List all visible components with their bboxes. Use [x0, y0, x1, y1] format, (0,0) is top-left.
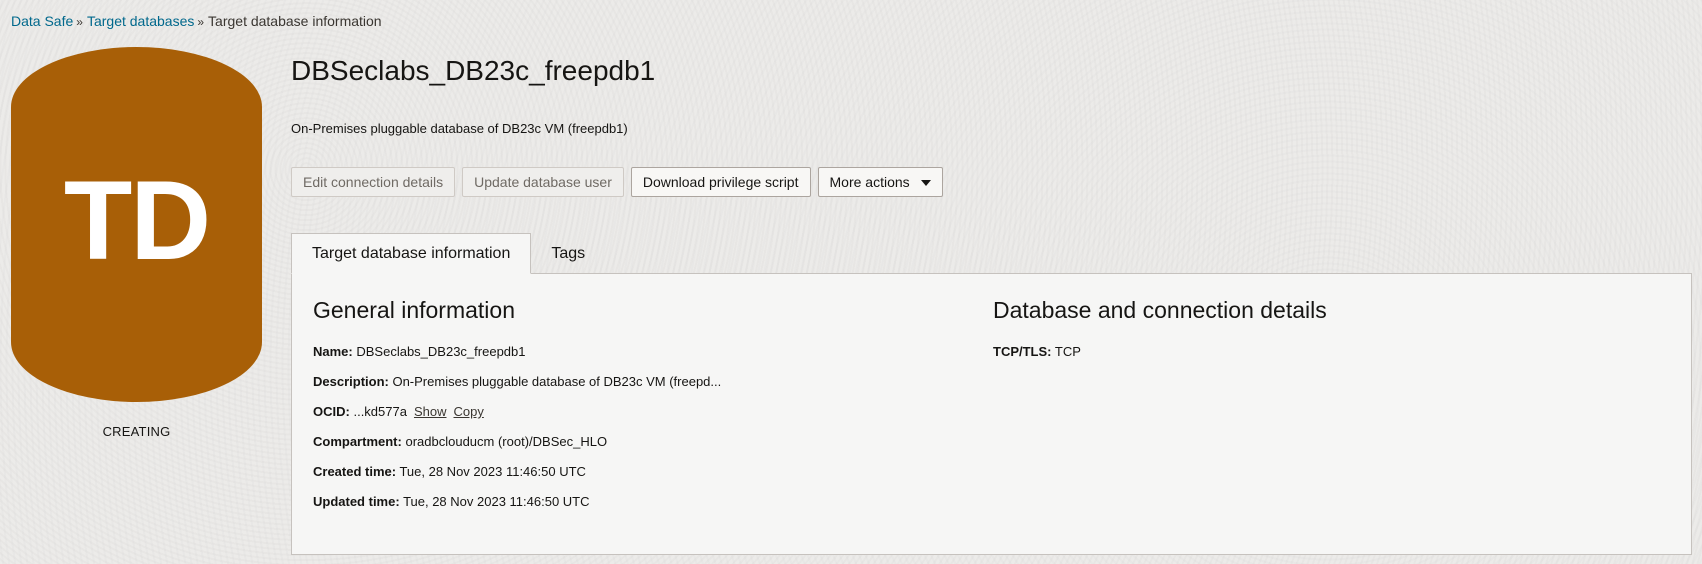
ocid-show-link[interactable]: Show [414, 404, 447, 419]
ocid-value: ...kd577a [353, 404, 407, 419]
tcp-tls-value: TCP [1054, 344, 1081, 359]
compartment-field: Compartment: oradbclouducm (root)/DBSec_… [313, 434, 607, 449]
caret-down-icon [920, 179, 931, 186]
created-time-field: Created time: Tue, 28 Nov 2023 11:46:50 … [313, 464, 586, 479]
compartment-value: oradbclouducm (root)/DBSec_HLO [405, 434, 608, 449]
avatar-initials: TD [63, 158, 211, 283]
breadcrumb-separator: » [197, 15, 205, 29]
update-database-user-button[interactable]: Update database user [462, 167, 624, 197]
download-privilege-script-button[interactable]: Download privilege script [630, 167, 811, 197]
description-field: Description: On-Premises pluggable datab… [313, 374, 721, 389]
compartment-label: Compartment: [313, 434, 402, 449]
updated-time-field: Updated time: Tue, 28 Nov 2023 11:46:50 … [313, 494, 590, 509]
created-time-label: Created time: [313, 464, 397, 479]
page-subtitle: On-Premises pluggable database of DB23c … [291, 121, 628, 136]
more-actions-label: More actions [829, 174, 910, 190]
breadcrumb-current: Target database information [208, 13, 382, 29]
general-information-heading: General information [313, 297, 515, 323]
name-label: Name: [313, 344, 353, 359]
updated-time-label: Updated time: [313, 494, 400, 509]
more-actions-button[interactable]: More actions [817, 167, 943, 197]
connection-details-heading: Database and connection details [993, 297, 1327, 323]
breadcrumb-separator: » [76, 15, 83, 29]
edit-connection-details-button[interactable]: Edit connection details [291, 167, 456, 197]
tab-target-database-information[interactable]: Target database information [291, 233, 532, 274]
updated-time-value: Tue, 28 Nov 2023 11:46:50 UTC [403, 494, 590, 509]
tcp-tls-label: TCP/TLS: [993, 344, 1052, 359]
page-title: DBSeclabs_DB23c_freepdb1 [291, 55, 656, 86]
ocid-label: OCID: [313, 404, 350, 419]
tab-tags[interactable]: Tags [531, 233, 605, 274]
name-value: DBSeclabs_DB23c_freepdb1 [356, 344, 526, 359]
breadcrumb-link-data-safe[interactable]: Data Safe [11, 13, 73, 29]
description-label: Description: [313, 374, 389, 389]
status-label: CREATING [102, 424, 171, 439]
name-field: Name: DBSeclabs_DB23c_freepdb1 [313, 344, 525, 359]
ocid-field: OCID: ...kd577a Show Copy [313, 404, 484, 419]
action-toolbar: Edit connection details Update database … [291, 167, 943, 197]
details-panel: General information Name: DBSeclabs_DB23… [291, 273, 1692, 555]
ocid-copy-link[interactable]: Copy [454, 404, 484, 419]
breadcrumb: Data Safe» Target databases» Target databa… [11, 13, 382, 29]
tab-bar: Target database information Tags [291, 233, 605, 274]
description-value: On-Premises pluggable database of DB23c … [392, 374, 722, 389]
created-time-value: Tue, 28 Nov 2023 11:46:50 UTC [399, 464, 586, 479]
database-avatar: TD [11, 47, 262, 402]
tcp-tls-field: TCP/TLS: TCP [993, 344, 1081, 359]
breadcrumb-link-target-databases[interactable]: Target databases [87, 13, 194, 29]
